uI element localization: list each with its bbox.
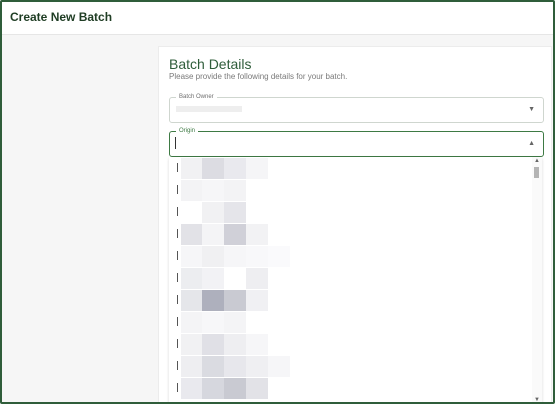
redaction-block: [202, 246, 224, 267]
redaction-block: [202, 202, 224, 223]
redaction-block: [181, 158, 203, 179]
redaction-block: [246, 290, 268, 311]
app-window: Create New Batch Batch Details Please pr…: [0, 0, 555, 404]
list-item[interactable]: [169, 267, 542, 289]
origin-label: Origin: [176, 126, 199, 136]
scroll-thumb[interactable]: [534, 167, 539, 178]
redaction-block: [202, 356, 224, 377]
redaction-block: [224, 180, 246, 201]
redaction-block: [246, 224, 268, 245]
chevron-down-icon[interactable]: ▼: [528, 106, 535, 114]
redaction-block: [246, 268, 268, 289]
redaction-block: [181, 378, 203, 399]
section-title: Batch Details: [169, 56, 252, 72]
redaction-block: [202, 268, 224, 289]
redaction-block: [224, 202, 246, 223]
redaction-block: [202, 312, 224, 333]
origin-autocomplete[interactable]: Origin ▲: [169, 126, 544, 157]
redaction-block: [202, 290, 224, 311]
redacted-text: [177, 163, 178, 172]
redacted-text: [177, 317, 178, 326]
batch-details-card: Batch Details Please provide the followi…: [159, 47, 551, 402]
redaction-block: [224, 268, 246, 289]
scroll-down-icon[interactable]: ▼: [534, 397, 540, 402]
list-item[interactable]: [169, 223, 542, 245]
redaction-block: [181, 334, 203, 355]
redaction-block: [181, 312, 203, 333]
redacted-text: [177, 361, 178, 370]
redaction-block: [202, 378, 224, 399]
batch-owner-select[interactable]: Batch Owner ▼: [169, 92, 544, 123]
redaction-block: [202, 334, 224, 355]
batch-owner-label: Batch Owner: [176, 92, 217, 102]
redacted-text: [177, 207, 178, 216]
redaction-block: [202, 180, 224, 201]
scrollbar[interactable]: ▲ ▼: [532, 157, 542, 402]
redaction-block: [224, 290, 246, 311]
options-container: [169, 157, 542, 399]
batch-owner-value-redacted: [176, 106, 242, 112]
title-bar: Create New Batch: [2, 2, 553, 35]
redaction-block: [181, 290, 203, 311]
redaction-block: [181, 246, 203, 267]
redaction-block: [246, 378, 268, 399]
page-title: Create New Batch: [10, 10, 113, 24]
redacted-text: [177, 339, 178, 348]
origin-options-list[interactable]: ▲ ▼: [169, 157, 542, 402]
redaction-block: [224, 224, 246, 245]
redaction-block: [181, 180, 203, 201]
redaction-block: [224, 334, 246, 355]
redaction-block: [224, 246, 246, 267]
redaction-block: [202, 224, 224, 245]
redaction-block: [268, 246, 290, 267]
list-item[interactable]: [169, 245, 542, 267]
redaction-block: [224, 378, 246, 399]
text-cursor: [175, 137, 176, 149]
redaction-block: [202, 158, 224, 179]
redaction-block: [246, 158, 268, 179]
redaction-block: [246, 356, 268, 377]
redacted-text: [177, 185, 178, 194]
redaction-block: [181, 224, 203, 245]
redaction-block: [246, 334, 268, 355]
redaction-block: [181, 268, 203, 289]
list-item[interactable]: [169, 157, 542, 179]
redacted-text: [177, 383, 178, 392]
list-item[interactable]: [169, 333, 542, 355]
section-subtitle: Please provide the following details for…: [169, 72, 348, 81]
scroll-up-icon[interactable]: ▲: [534, 158, 540, 164]
redaction-block: [224, 312, 246, 333]
redacted-text: [177, 229, 178, 238]
redacted-text: [177, 251, 178, 260]
redaction-block: [224, 356, 246, 377]
list-item[interactable]: [169, 377, 542, 399]
list-item[interactable]: [169, 311, 542, 333]
redacted-text: [177, 295, 178, 304]
redaction-block: [181, 356, 203, 377]
redacted-text: [177, 273, 178, 282]
list-item[interactable]: [169, 289, 542, 311]
list-item[interactable]: [169, 201, 542, 223]
redaction-block: [268, 356, 290, 377]
redaction-block: [224, 158, 246, 179]
list-item[interactable]: [169, 179, 542, 201]
chevron-up-icon[interactable]: ▲: [528, 140, 535, 148]
list-item[interactable]: [169, 355, 542, 377]
redaction-block: [246, 246, 268, 267]
